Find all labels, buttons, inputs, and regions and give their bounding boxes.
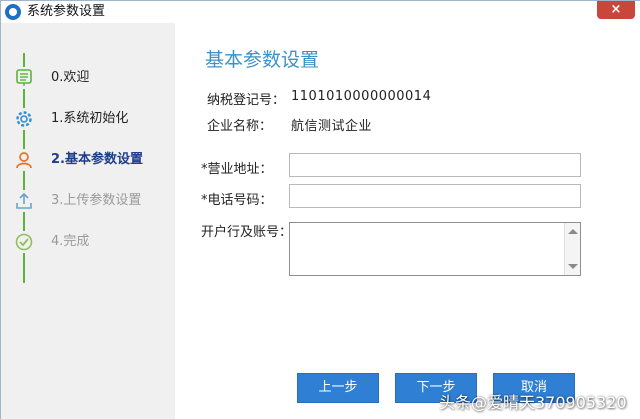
bank-account-field[interactable] bbox=[290, 223, 565, 275]
step-label: 2.基本参数设置 bbox=[51, 152, 143, 167]
page-title: 基本参数设置 bbox=[205, 49, 320, 71]
tax-id-label: 纳税登记号： bbox=[207, 93, 286, 108]
app-logo-icon bbox=[5, 4, 21, 20]
window-title: 系统参数设置 bbox=[27, 4, 106, 19]
phone-label: *电话号码： bbox=[201, 193, 273, 208]
company-row: 企业名称： 航信测试企业 bbox=[207, 115, 507, 135]
step-label: 0.欢迎 bbox=[51, 70, 90, 85]
check-circle-icon bbox=[13, 231, 35, 253]
company-name-label: 企业名称： bbox=[207, 119, 273, 134]
step-upload-params: 3.上传参数设置 bbox=[1, 188, 175, 214]
gear-icon bbox=[13, 108, 35, 130]
step-complete: 4.完成 bbox=[1, 229, 175, 255]
scroll-down-arrow-icon[interactable] bbox=[568, 264, 578, 269]
step-label: 1.系统初始化 bbox=[51, 111, 129, 126]
main-panel: 基本参数设置 纳税登记号： 1101010000000014 企业名称： 航信测… bbox=[175, 23, 640, 419]
step-welcome: 0.欢迎 bbox=[1, 65, 175, 91]
list-icon bbox=[13, 67, 35, 89]
settings-window: 系统参数设置 × 0.欢迎 1.系统初始化 2.基本参数设置 3.上传参数设置 … bbox=[0, 0, 640, 419]
step-basic-params: 2.基本参数设置 bbox=[1, 147, 175, 173]
watermark: 头条@爱晴天370905320 bbox=[439, 393, 627, 412]
step-label: 4.完成 bbox=[51, 234, 90, 249]
user-icon bbox=[13, 149, 35, 171]
company-name-value: 航信测试企业 bbox=[291, 119, 373, 134]
bank-account-label: 开户行及账号： bbox=[201, 225, 293, 240]
textarea-scrollbar[interactable] bbox=[564, 223, 580, 275]
scroll-up-arrow-icon[interactable] bbox=[568, 229, 578, 234]
step-system-init: 1.系统初始化 bbox=[1, 106, 175, 132]
upload-icon bbox=[13, 190, 35, 212]
title-bar: 系统参数设置 × bbox=[1, 1, 640, 23]
step-label: 3.上传参数设置 bbox=[51, 193, 142, 208]
close-button[interactable]: × bbox=[597, 1, 635, 19]
bank-account-box bbox=[289, 222, 581, 276]
step-sidebar: 0.欢迎 1.系统初始化 2.基本参数设置 3.上传参数设置 4.完成 bbox=[1, 23, 175, 419]
address-field[interactable] bbox=[289, 153, 581, 177]
tax-id-row: 纳税登记号： 1101010000000014 bbox=[207, 89, 507, 109]
prev-button[interactable]: 上一步 bbox=[297, 373, 379, 403]
phone-field[interactable] bbox=[289, 184, 581, 208]
tax-id-value: 1101010000000014 bbox=[291, 89, 432, 104]
address-label: *营业地址： bbox=[201, 162, 273, 177]
